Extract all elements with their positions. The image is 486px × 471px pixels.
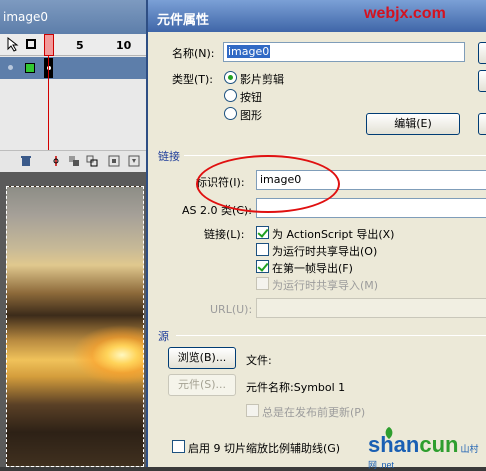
timeline-title: image0 xyxy=(3,10,49,24)
export-actionscript-checkbox[interactable] xyxy=(256,226,269,239)
layer-row[interactable] xyxy=(0,57,150,79)
name-field[interactable]: image0 xyxy=(223,42,465,62)
playhead-handle[interactable] xyxy=(44,34,54,56)
arrow-cursor-icon xyxy=(7,37,19,52)
enable-guides-label: 启用 9 切片缩放比例辅助线(G) xyxy=(188,442,341,455)
always-update-label: 总是在发布前更新(P) xyxy=(262,406,366,419)
timeline-panel: image0 1 5 10 xyxy=(0,0,150,172)
edit-button[interactable]: 编辑(E) xyxy=(366,113,460,135)
name-value: image0 xyxy=(227,45,271,58)
linkage-divider xyxy=(184,155,486,156)
modify-onion-markers-icon[interactable] xyxy=(128,155,140,167)
ok-button-edge[interactable] xyxy=(478,42,486,64)
advanced-button-edge[interactable] xyxy=(478,113,486,135)
sunset-image[interactable] xyxy=(6,186,144,467)
onion-skin-outlines-icon[interactable] xyxy=(86,155,98,167)
type-label: 类型(T): xyxy=(172,73,214,86)
watermark-shancun: shancun 山村网 .net xyxy=(368,432,486,471)
export-runtime-sharing-label: 为运行时共享导出(O) xyxy=(272,245,378,258)
export-runtime-sharing-checkbox[interactable] xyxy=(256,243,269,256)
stage-area[interactable] xyxy=(0,172,150,467)
url-field xyxy=(256,298,486,318)
browse-button[interactable]: 浏览(B)... xyxy=(168,347,236,369)
layer-outline-color-icon[interactable] xyxy=(25,63,35,73)
linkage-header: 链接 xyxy=(158,150,180,163)
type-option-movieclip: 影片剪辑 xyxy=(240,73,284,86)
source-divider xyxy=(176,335,486,336)
export-actionscript-label: 为 ActionScript 导出(X) xyxy=(272,228,395,241)
type-radio-graphic[interactable] xyxy=(224,107,237,120)
outline-toggle-icon[interactable] xyxy=(26,39,36,49)
enable-guides-checkbox[interactable] xyxy=(172,440,185,453)
edit-multiple-frames-icon[interactable] xyxy=(108,155,120,167)
highlight-ellipse xyxy=(196,155,340,213)
url-label: URL(U): xyxy=(210,303,253,316)
cancel-button-edge[interactable] xyxy=(478,70,486,92)
import-runtime-sharing-checkbox xyxy=(256,277,269,290)
visibility-dot-icon[interactable] xyxy=(8,65,13,70)
export-first-frame-label: 在第一帧导出(F) xyxy=(272,262,353,275)
watermark-webjx: webjx.com xyxy=(364,5,446,22)
name-label: 名称(N): xyxy=(172,47,215,60)
symbol-name-label: 元件名称:Symbol 1 xyxy=(246,381,346,394)
timeline-ruler[interactable]: 1 5 10 xyxy=(0,34,150,56)
dialog-title-bar[interactable]: 元件属性 webjx.com xyxy=(148,0,486,32)
ruler-label-10: 10 xyxy=(116,39,132,52)
export-first-frame-checkbox[interactable] xyxy=(256,260,269,273)
type-option-graphic: 图形 xyxy=(240,109,262,122)
trash-icon[interactable] xyxy=(20,155,32,167)
source-header: 源 xyxy=(158,330,169,343)
linkage-label: 链接(L): xyxy=(204,228,245,241)
type-option-button: 按钮 xyxy=(240,91,262,104)
symbol-properties-dialog: 元件属性 webjx.com 名称(N): image0 类型(T): 影片剪辑… xyxy=(146,0,486,467)
ruler-label-5: 5 xyxy=(76,39,84,52)
watermark-part2: cun xyxy=(419,432,459,457)
type-radio-button[interactable] xyxy=(224,89,237,102)
import-runtime-sharing-label: 为运行时共享导入(M) xyxy=(272,279,379,292)
center-frame-icon[interactable] xyxy=(50,155,62,167)
watermark-suffix: .net xyxy=(379,460,395,470)
type-radio-movieclip[interactable] xyxy=(224,71,237,84)
symbol-button: 元件(S)... xyxy=(168,374,236,396)
timeline-toolbar xyxy=(0,150,150,172)
watermark-part1: shan xyxy=(368,432,420,457)
timeline-title-bar: image0 xyxy=(0,0,150,34)
dialog-title: 元件属性 xyxy=(157,13,210,28)
file-label: 文件: xyxy=(246,354,272,367)
always-update-checkbox xyxy=(246,404,259,417)
onion-skin-icon[interactable] xyxy=(68,155,80,167)
